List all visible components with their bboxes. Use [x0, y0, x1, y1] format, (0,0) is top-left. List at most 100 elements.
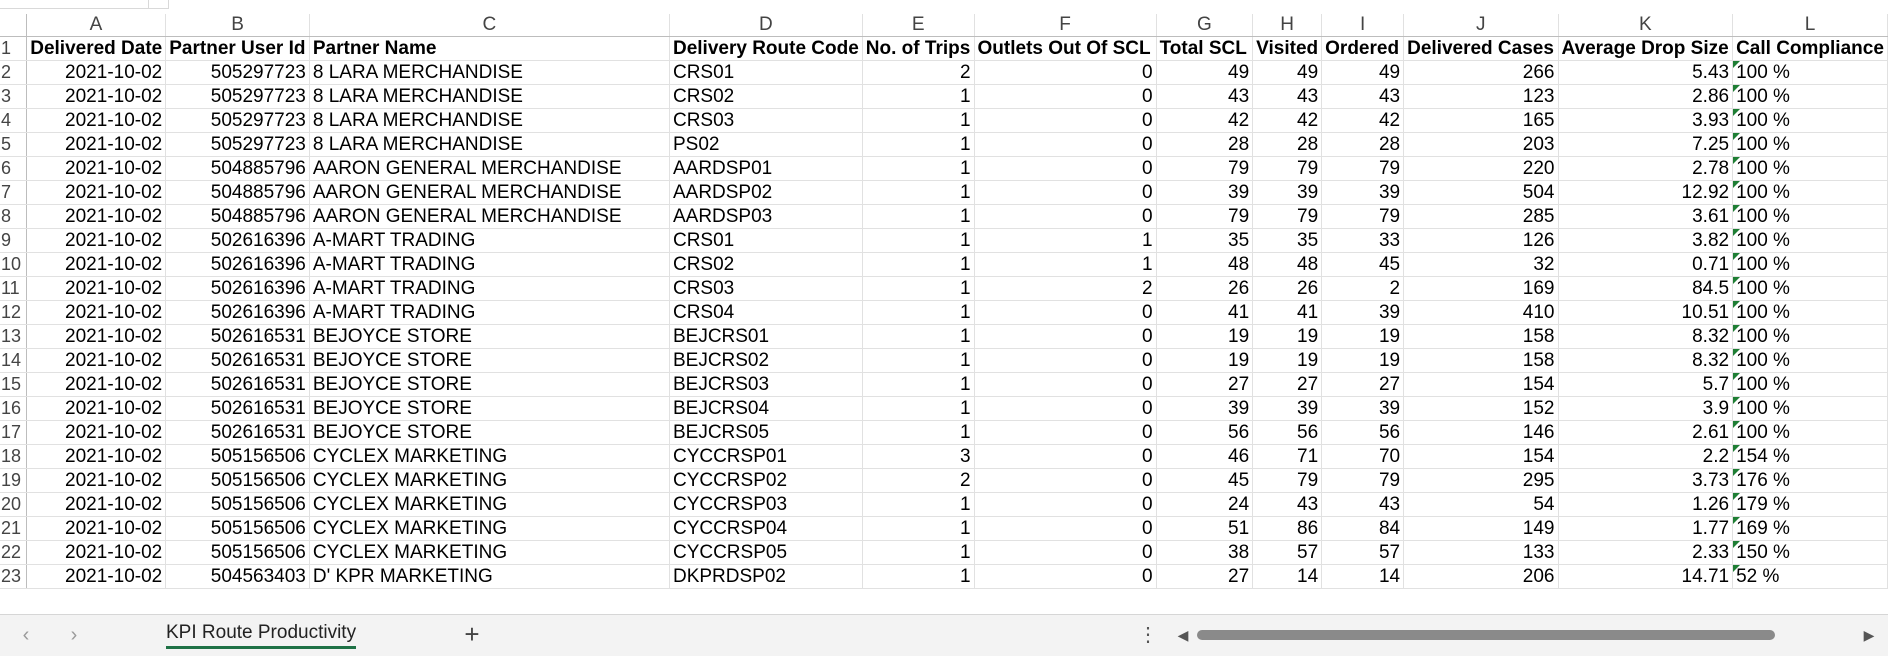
table-cell[interactable]: 158 — [1403, 348, 1559, 373]
table-cell[interactable]: 84.5 — [1558, 276, 1734, 301]
row-header[interactable]: 21 — [0, 516, 27, 541]
table-cell[interactable]: 27 — [1156, 564, 1254, 589]
table-cell[interactable]: 1.26 — [1558, 492, 1734, 517]
table-cell[interactable]: 19 — [1321, 324, 1405, 349]
table-cell[interactable]: 42 — [1321, 108, 1405, 133]
table-cell[interactable]: 57 — [1321, 540, 1405, 565]
table-cell[interactable]: 0.71 — [1558, 252, 1734, 277]
table-cell[interactable]: 123 — [1403, 84, 1559, 109]
table-cell[interactable]: CRS03 — [669, 276, 863, 301]
table-cell[interactable]: 39 — [1321, 180, 1405, 205]
column-header[interactable]: J — [1403, 14, 1559, 37]
table-cell[interactable]: 1 — [862, 132, 975, 157]
table-cell[interactable]: 5.7 — [1558, 372, 1734, 397]
column-header[interactable]: I — [1321, 14, 1405, 37]
table-cell[interactable]: CRS03 — [669, 108, 863, 133]
table-cell[interactable]: 14 — [1252, 564, 1323, 589]
table-cell[interactable]: CYCCRSP03 — [669, 492, 863, 517]
table-cell[interactable]: 41 — [1252, 300, 1323, 325]
table-cell[interactable]: 8 LARA MERCHANDISE — [309, 60, 670, 85]
table-cell[interactable]: 1.77 — [1558, 516, 1734, 541]
table-cell[interactable]: 1 — [862, 276, 975, 301]
table-cell[interactable]: 169 — [1403, 276, 1559, 301]
table-cell[interactable]: 57 — [1252, 540, 1323, 565]
field-header-cell[interactable]: No. of Trips — [862, 36, 975, 61]
table-cell[interactable]: 0 — [974, 324, 1157, 349]
table-cell[interactable]: 505297723 — [165, 108, 310, 133]
row-header[interactable]: 10 — [0, 252, 27, 277]
table-cell[interactable]: 8.32 — [1558, 324, 1734, 349]
table-cell[interactable]: 504563403 — [165, 564, 310, 589]
table-cell[interactable]: 100 % — [1732, 252, 1888, 277]
table-cell[interactable]: AARON GENERAL MERCHANDISE — [309, 180, 670, 205]
table-cell[interactable]: 79 — [1321, 468, 1405, 493]
table-cell[interactable]: CYCCRSP05 — [669, 540, 863, 565]
table-cell[interactable]: A-MART TRADING — [309, 276, 670, 301]
table-cell[interactable]: 24 — [1156, 492, 1254, 517]
table-cell[interactable]: 100 % — [1732, 84, 1888, 109]
table-cell[interactable]: 1 — [862, 492, 975, 517]
table-cell[interactable]: 39 — [1156, 180, 1254, 205]
table-cell[interactable]: 169 % — [1732, 516, 1888, 541]
table-cell[interactable]: 502616531 — [165, 396, 310, 421]
table-cell[interactable]: AARDSP02 — [669, 180, 863, 205]
field-header-cell[interactable]: Partner Name — [309, 36, 670, 61]
table-cell[interactable]: 43 — [1252, 84, 1323, 109]
table-cell[interactable]: 39 — [1321, 300, 1405, 325]
table-cell[interactable]: 2021-10-02 — [26, 60, 167, 85]
table-cell[interactable]: 100 % — [1732, 348, 1888, 373]
table-cell[interactable]: 1 — [862, 348, 975, 373]
table-cell[interactable]: 2021-10-02 — [26, 372, 167, 397]
table-cell[interactable]: 100 % — [1732, 204, 1888, 229]
table-cell[interactable]: 45 — [1321, 252, 1405, 277]
add-sheet-icon[interactable]: + — [458, 621, 486, 649]
table-cell[interactable]: 504 — [1403, 180, 1559, 205]
table-cell[interactable]: 0 — [974, 300, 1157, 325]
table-cell[interactable]: 51 — [1156, 516, 1254, 541]
row-header[interactable]: 9 — [0, 228, 27, 253]
table-cell[interactable]: 33 — [1321, 228, 1405, 253]
column-header[interactable]: B — [165, 14, 310, 37]
table-cell[interactable]: 19 — [1321, 348, 1405, 373]
table-cell[interactable]: 505297723 — [165, 84, 310, 109]
table-cell[interactable]: 27 — [1252, 372, 1323, 397]
table-cell[interactable]: 42 — [1252, 108, 1323, 133]
table-cell[interactable]: 2021-10-02 — [26, 396, 167, 421]
row-header[interactable]: 16 — [0, 396, 27, 421]
table-cell[interactable]: 12.92 — [1558, 180, 1734, 205]
table-cell[interactable]: 48 — [1156, 252, 1254, 277]
table-cell[interactable]: 2021-10-02 — [26, 276, 167, 301]
table-cell[interactable]: 28 — [1156, 132, 1254, 157]
table-cell[interactable]: 3.61 — [1558, 204, 1734, 229]
column-header[interactable]: K — [1558, 14, 1734, 37]
table-cell[interactable]: BEJCRS02 — [669, 348, 863, 373]
row-header[interactable]: 7 — [0, 180, 27, 205]
table-cell[interactable]: 48 — [1252, 252, 1323, 277]
table-cell[interactable]: 39 — [1252, 396, 1323, 421]
column-header[interactable]: L — [1732, 14, 1888, 37]
field-header-cell[interactable]: Visited — [1252, 36, 1323, 61]
table-cell[interactable]: 150 % — [1732, 540, 1888, 565]
table-cell[interactable]: 8.32 — [1558, 348, 1734, 373]
table-cell[interactable]: CYCLEX MARKETING — [309, 492, 670, 517]
row-header[interactable]: 15 — [0, 372, 27, 397]
row-header[interactable]: 2 — [0, 60, 27, 85]
table-cell[interactable]: 56 — [1156, 420, 1254, 445]
table-cell[interactable]: 43 — [1252, 492, 1323, 517]
table-cell[interactable]: 39 — [1156, 396, 1254, 421]
table-cell[interactable]: 0 — [974, 564, 1157, 589]
table-cell[interactable]: 35 — [1156, 228, 1254, 253]
table-cell[interactable]: 3 — [862, 444, 975, 469]
table-cell[interactable]: 49 — [1156, 60, 1254, 85]
table-cell[interactable]: 1 — [862, 228, 975, 253]
table-cell[interactable]: CRS02 — [669, 252, 863, 277]
table-cell[interactable]: 79 — [1321, 204, 1405, 229]
column-header[interactable]: D — [669, 14, 863, 37]
table-cell[interactable]: 2021-10-02 — [26, 156, 167, 181]
table-cell[interactable]: 0 — [974, 420, 1157, 445]
table-cell[interactable]: 70 — [1321, 444, 1405, 469]
table-cell[interactable]: DKPRDSP02 — [669, 564, 863, 589]
table-cell[interactable]: 1 — [862, 324, 975, 349]
field-header-cell[interactable]: Total SCL — [1156, 36, 1254, 61]
row-header[interactable]: 18 — [0, 444, 27, 469]
